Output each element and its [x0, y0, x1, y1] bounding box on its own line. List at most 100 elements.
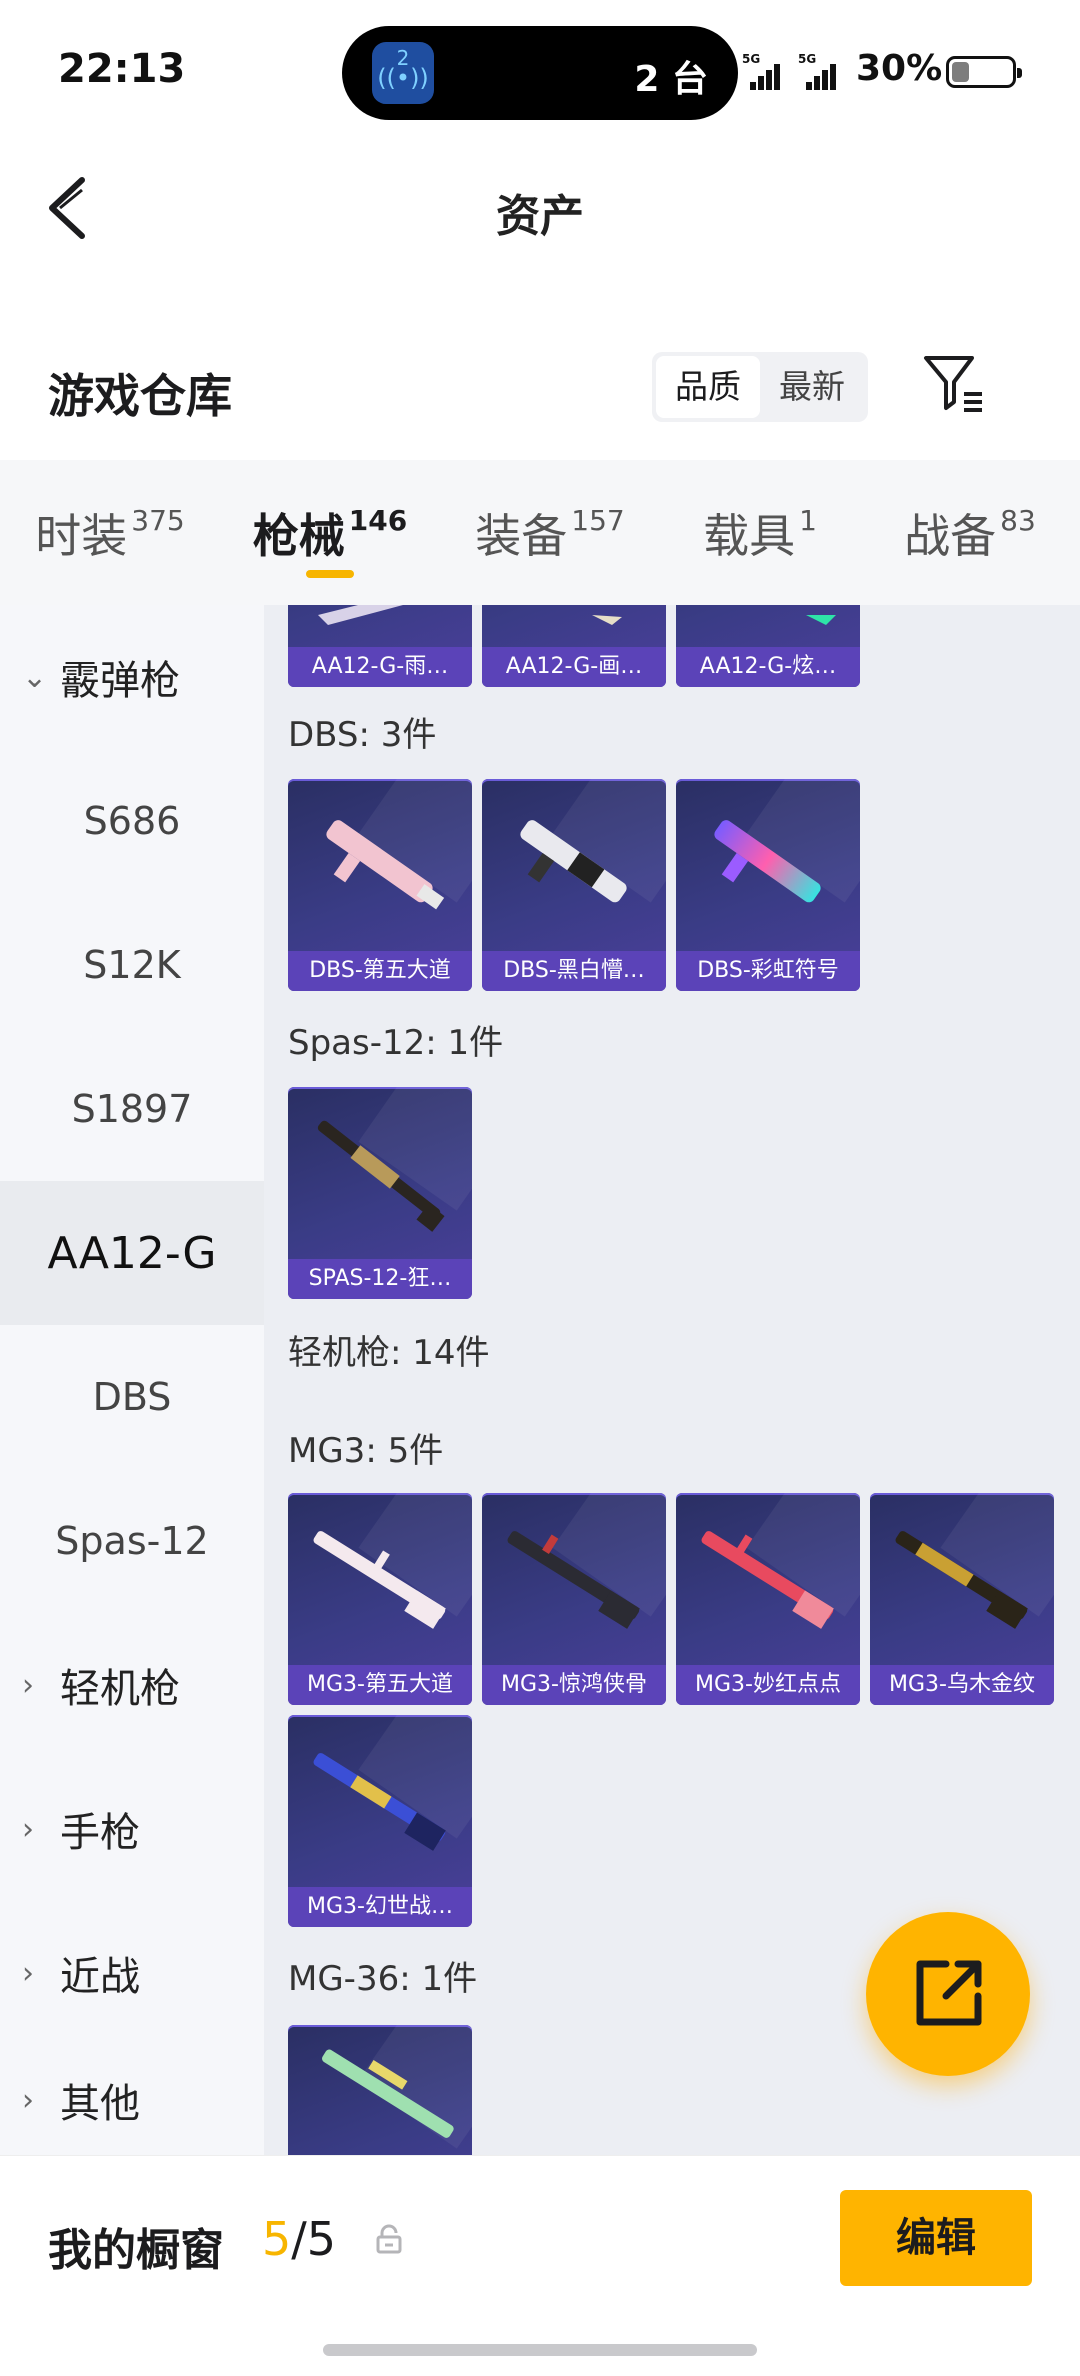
chevron-right-icon: › — [22, 2082, 34, 2118]
sort-newest-option[interactable]: 最新 — [760, 356, 864, 418]
tab-label: 时装 — [35, 509, 128, 563]
tab-count: 83 — [1000, 504, 1036, 537]
sidebar-item-pistol[interactable]: › 手枪 — [0, 1757, 264, 1901]
sidebar-item-label: Spas-12 — [55, 1519, 209, 1563]
network-type-2: 5G — [798, 52, 817, 66]
skin-name: MG3-惊鸿侠骨 — [482, 1665, 666, 1705]
section-label-spas12: Spas-12: 1件 — [288, 1023, 504, 1063]
skin-name: DBS-第五大道 — [288, 951, 472, 991]
weapon-image — [326, 820, 445, 910]
skin-card[interactable]: DBS-第五大道 — [288, 779, 472, 991]
nav-bar: 资产 — [0, 140, 1080, 270]
weapon-image — [322, 2049, 454, 2138]
status-bar: 22:13 2 ((•)) 2 台 5G 5G 30% — [0, 0, 1080, 140]
page-title: 资产 — [496, 191, 584, 242]
sidebar-item-dbs[interactable]: DBS — [0, 1325, 264, 1469]
sidebar-item-label: S686 — [83, 799, 181, 843]
skin-name: AA12-G-画… — [482, 647, 666, 687]
battery-icon — [946, 56, 1022, 88]
weapon-image — [520, 820, 627, 903]
edit-button[interactable]: 编辑 — [840, 2190, 1032, 2286]
weapon-image — [313, 1753, 446, 1851]
weapon-image — [806, 615, 836, 625]
showcase-current: 5 — [262, 2212, 292, 2266]
skin-name: SPAS-12-狂… — [288, 1259, 472, 1299]
showcase-count: 5/5 — [262, 2212, 336, 2266]
filter-button[interactable] — [920, 350, 990, 420]
weapon-image — [592, 615, 622, 625]
skin-name: AA12-G-炫… — [676, 647, 860, 687]
dynamic-island[interactable]: 2 ((•)) 2 台 — [342, 26, 738, 120]
island-device-count: 2 台 — [634, 59, 708, 100]
skin-card[interactable]: DBS-彩虹符号 — [676, 779, 860, 991]
sidebar-item-s1897[interactable]: S1897 — [0, 1037, 264, 1181]
sidebar-item-label: S12K — [83, 943, 181, 987]
section-label-lmg: 轻机枪: 14件 — [288, 1333, 490, 1373]
share-fab[interactable] — [866, 1912, 1030, 2076]
chevron-down-icon: ⌄ — [22, 659, 48, 695]
sidebar-item-s686[interactable]: S686 — [0, 749, 264, 893]
section-label-dbs: DBS: 3件 — [288, 715, 437, 755]
section-label-mg3: MG3: 5件 — [288, 1431, 444, 1471]
sidebar-item-label: 其他 — [60, 2081, 140, 2127]
sidebar-item-s12k[interactable]: S12K — [0, 893, 264, 1037]
tab-label: 装备 — [475, 509, 568, 563]
sidebar-item-label: AA12-G — [47, 1227, 217, 1279]
sidebar-item-aa12g[interactable]: AA12-G — [0, 1181, 264, 1325]
warehouse-header: 游戏仓库 品质 最新 — [0, 330, 1080, 460]
skin-name: MG3-妙红点点 — [676, 1665, 860, 1705]
tab-firearms[interactable]: 枪械 146 — [220, 460, 440, 605]
sidebar-item-label: 手枪 — [60, 1810, 140, 1856]
sidebar-item-lmg[interactable]: › 轻机枪 — [0, 1613, 264, 1757]
tab-count: 1 — [799, 504, 817, 537]
unlock-icon — [376, 2224, 402, 2254]
showcase-bar: 我的橱窗 5/5 编辑 — [0, 2155, 1080, 2376]
tab-supplies[interactable]: 战备 83 — [860, 460, 1080, 605]
warehouse-title: 游戏仓库 — [48, 369, 232, 423]
weapon-type-sidebar: ⌄ 霰弹枪 S686 S12K S1897 AA12-G DBS Spas-12… — [0, 605, 264, 2155]
network-type-1: 5G — [742, 52, 761, 66]
skin-card[interactable]: AA12-G-雨… — [288, 605, 472, 687]
sort-quality-option[interactable]: 品质 — [656, 356, 760, 418]
sort-toggle: 品质 最新 — [652, 352, 868, 422]
sidebar-item-shotgun[interactable]: ⌄ 霰弹枪 — [0, 605, 264, 749]
tab-equipment[interactable]: 装备 157 — [440, 460, 660, 605]
section-label-mg36: MG-36: 1件 — [288, 1959, 478, 1999]
filter-icon — [924, 356, 982, 412]
skin-card[interactable]: MG3-惊鸿侠骨 — [482, 1493, 666, 1705]
skin-name: MG3-乌木金纹 — [870, 1665, 1054, 1705]
skin-card[interactable]: AA12-G-炫… — [676, 605, 860, 687]
skin-card[interactable]: MG3-乌木金纹 — [870, 1493, 1054, 1705]
skin-name: DBS-彩虹符号 — [676, 951, 860, 991]
sidebar-item-melee[interactable]: › 近战 — [0, 1901, 264, 2045]
skin-card[interactable]: MG3-幻世战… — [288, 1715, 472, 1927]
chevron-right-icon: › — [22, 1955, 34, 1991]
weapon-image — [895, 1531, 1028, 1629]
weapon-image — [507, 1531, 640, 1629]
tab-label: 战备 — [904, 509, 997, 563]
category-tabs: 时装 375 枪械 146 装备 157 载具 1 战备 83 — [0, 460, 1080, 605]
home-indicator[interactable] — [323, 2344, 757, 2356]
battery-percent: 30% — [856, 48, 943, 89]
skin-card[interactable]: MG3-第五大道 — [288, 1493, 472, 1705]
skin-name: MG3-第五大道 — [288, 1665, 472, 1705]
skin-card[interactable]: DBS-黑白懵… — [482, 779, 666, 991]
skin-card[interactable]: SPAS-12-狂… — [288, 1087, 472, 1299]
skin-card[interactable]: AA12-G-画… — [482, 605, 666, 687]
showcase-total: /5 — [291, 2212, 337, 2266]
sidebar-item-spas12[interactable]: Spas-12 — [0, 1469, 264, 1613]
skin-name: MG3-幻世战… — [288, 1887, 472, 1927]
tab-vehicles[interactable]: 载具 1 — [660, 460, 860, 605]
sidebar-item-label: 轻机枪 — [60, 1666, 180, 1712]
skin-card[interactable]: MG3-妙红点点 — [676, 1493, 860, 1705]
skin-card[interactable] — [288, 2025, 472, 2155]
active-tab-indicator — [306, 570, 354, 578]
tab-fashion[interactable]: 时装 375 — [0, 460, 220, 605]
tab-label: 枪械 — [252, 509, 345, 563]
hotspot-app-icon: 2 ((•)) — [372, 42, 434, 104]
weapon-image — [701, 1531, 834, 1629]
sidebar-item-label: 近战 — [60, 1954, 140, 2000]
status-time: 22:13 — [58, 46, 186, 92]
tab-label: 载具 — [703, 509, 796, 563]
sidebar-item-other[interactable]: › 其他 — [0, 2045, 264, 2155]
